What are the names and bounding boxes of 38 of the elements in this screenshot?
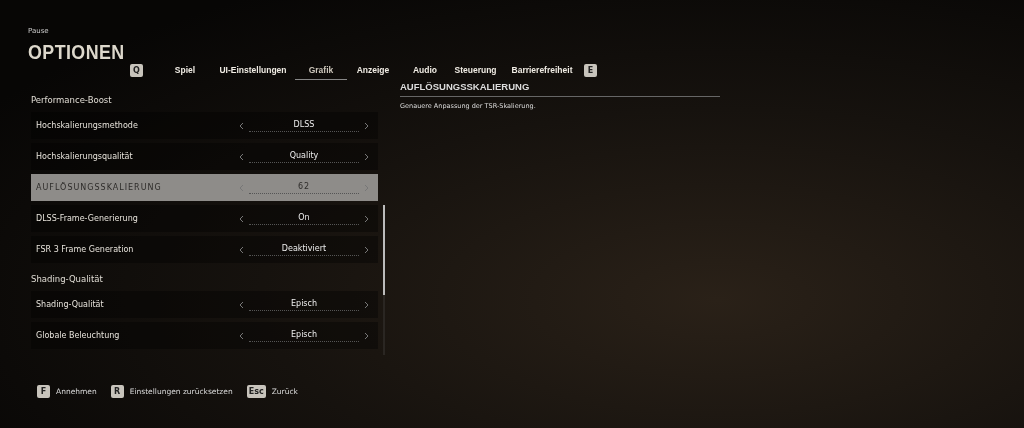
tab[interactable]: Spiel (159, 62, 211, 80)
scrollbar[interactable] (383, 205, 385, 355)
tab[interactable]: Anzeige (347, 62, 399, 80)
setting-label: DLSS-Frame-Generierung (36, 212, 139, 225)
key-hint[interactable]: E (584, 64, 597, 78)
section-heading: Shading-Qualität (31, 272, 104, 286)
setting-label: Globale Beleuchtung (36, 329, 121, 342)
setting-value: Episch (249, 298, 359, 311)
tab[interactable]: Barrierefreiheit (500, 62, 584, 80)
setting-value: Deaktiviert (249, 243, 359, 256)
setting-label: Hochskalierungsqualität (36, 150, 134, 163)
key-hint[interactable]: R (110, 385, 124, 398)
setting-row[interactable]: Hochskalierungsqualität Quality (31, 143, 378, 170)
setting-row[interactable]: DLSS-Frame-Generierung On (31, 205, 378, 232)
setting-value: On (249, 212, 359, 225)
setting-value: DLSS (249, 119, 359, 132)
setting-label: FSR 3 Frame Generation (36, 243, 135, 256)
scrollbar-thumb[interactable] (383, 205, 385, 295)
setting-label: Hochskalierungsmethode (36, 119, 139, 132)
tab[interactable]: Audio (399, 62, 451, 80)
setting-value: Episch (249, 329, 359, 342)
setting-row[interactable]: FSR 3 Frame Generation Deaktiviert (31, 236, 378, 263)
key-hint[interactable]: Esc (246, 385, 266, 398)
setting-label: Shading-Qualität (36, 298, 105, 311)
key-hint[interactable]: F (37, 385, 50, 398)
key-hint[interactable]: Q (130, 64, 143, 78)
setting-row[interactable]: Shading-Qualität Episch (31, 291, 378, 318)
setting-value: Quality (249, 150, 359, 163)
detail-title: AUFLÖSUNGSSKALIERUNG (400, 80, 720, 98)
setting-row[interactable]: Hochskalierungsmethode DLSS (31, 112, 378, 139)
tab[interactable]: UI-Einstellungen (211, 62, 295, 80)
setting-value: 62 (249, 181, 359, 194)
setting-row[interactable]: Globale Beleuchtung Episch (31, 322, 378, 349)
tab[interactable]: Steuerung (451, 62, 500, 80)
tab[interactable]: Grafik (295, 62, 347, 80)
setting-label: AUFLÖSUNGSSKALIERUNG (36, 181, 163, 194)
page-title: OPTIONEN (28, 40, 126, 62)
section-heading: Performance-Boost (31, 93, 113, 107)
